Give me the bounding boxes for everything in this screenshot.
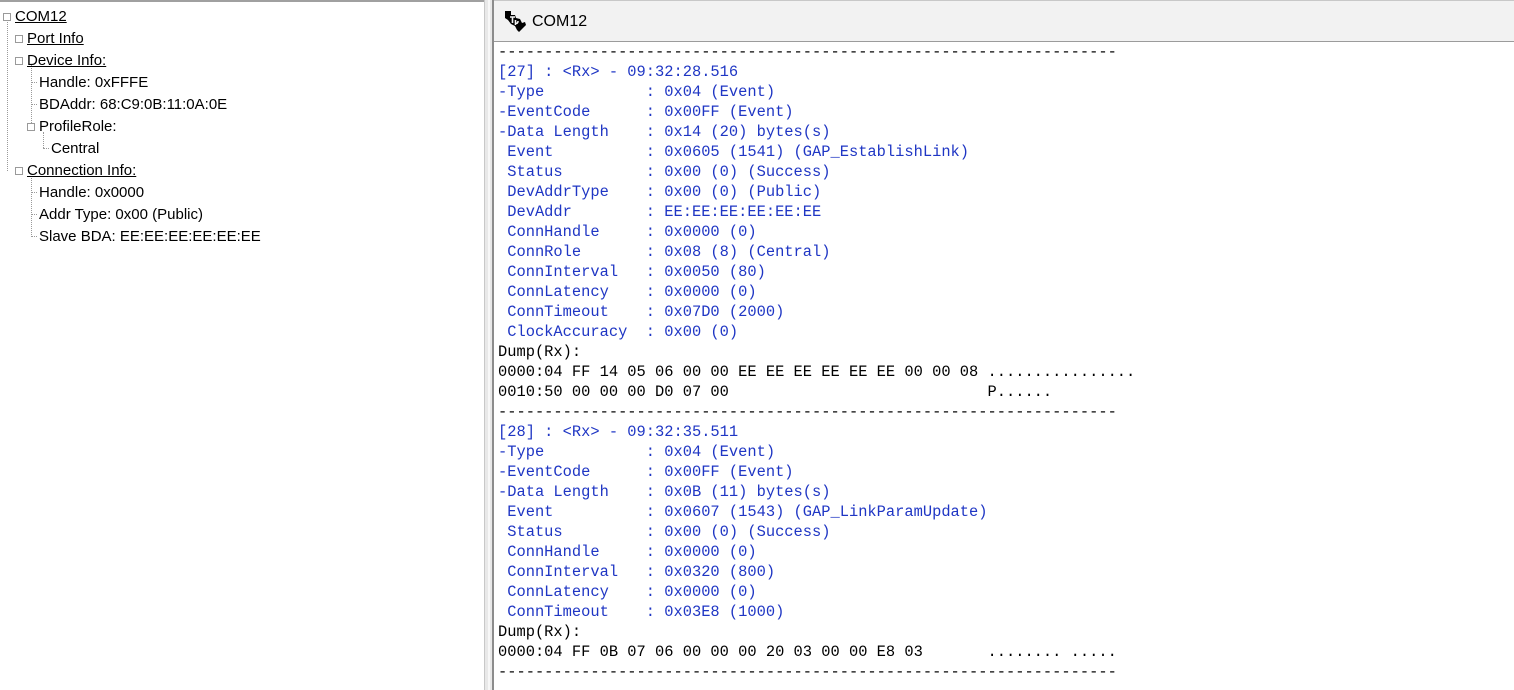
tree-connector: [31, 192, 37, 193]
tree-expander-icon[interactable]: [15, 57, 23, 65]
log-line: 0000:04 FF 14 05 06 00 00 EE EE EE EE EE…: [498, 363, 1136, 381]
log-line: -EventCode : 0x00FF (Event): [498, 463, 794, 481]
tree-connector: [31, 65, 32, 127]
tree-connector: [43, 148, 49, 149]
tree-connector: [31, 82, 37, 83]
log-line: ----------------------------------------…: [498, 43, 1117, 61]
log-text-area[interactable]: ----------------------------------------…: [498, 42, 1510, 690]
log-tab-header[interactable]: COM12: [494, 0, 1514, 42]
log-lines: ----------------------------------------…: [498, 42, 1510, 682]
tree-expander-icon[interactable]: [15, 35, 23, 43]
tree-connector: [31, 104, 37, 105]
log-line: -EventCode : 0x00FF (Event): [498, 103, 794, 121]
log-line: ConnInterval : 0x0320 (800): [498, 563, 776, 581]
log-line: [27] : <Rx> - 09:32:28.516: [498, 63, 739, 81]
log-line: ConnInterval : 0x0050 (80): [498, 263, 766, 281]
log-line: ConnHandle : 0x0000 (0): [498, 223, 757, 241]
log-line: 0010:50 00 00 00 D0 07 00 P......: [498, 383, 1053, 401]
tree-node-slave-bda[interactable]: Slave BDA: EE:EE:EE:EE:EE:EE: [39, 227, 261, 247]
log-line: Dump(Rx):: [498, 343, 582, 361]
log-tab-title: COM12: [532, 13, 588, 30]
tree-connector: [31, 236, 37, 237]
tree-node-addr-type[interactable]: Addr Type: 0x00 (Public): [39, 205, 203, 225]
tree-expander-icon[interactable]: [3, 13, 11, 21]
log-line: Dump(Rx):: [498, 623, 582, 641]
tree-node-profile-role-value[interactable]: Central: [51, 139, 99, 159]
log-line: ConnRole : 0x08 (8) (Central): [498, 243, 831, 261]
tree-node-device-info[interactable]: Device Info:: [27, 51, 106, 71]
tree-connector: [31, 214, 37, 215]
log-line: 0000:04 FF 0B 07 06 00 00 00 20 03 00 00…: [498, 643, 1117, 661]
log-line: [28] : <Rx> - 09:32:35.511: [498, 423, 739, 441]
tree-node-connection-info[interactable]: Connection Info:: [27, 161, 136, 181]
log-line: -Type : 0x04 (Event): [498, 443, 776, 461]
log-line: ClockAccuracy : 0x00 (0): [498, 323, 739, 341]
log-line: Event : 0x0605 (1541) (GAP_EstablishLink…: [498, 143, 970, 161]
tree-node-port-info[interactable]: Port Info: [27, 29, 84, 49]
tree-expander-icon[interactable]: [27, 123, 35, 131]
log-line: ConnLatency : 0x0000 (0): [498, 283, 757, 301]
tree-expander-icon[interactable]: [15, 167, 23, 175]
tree-node-com12[interactable]: COM12: [15, 7, 67, 27]
tree-connector: [7, 22, 8, 171]
log-line: Status : 0x00 (0) (Success): [498, 523, 831, 541]
log-line: Status : 0x00 (0) (Success): [498, 163, 831, 181]
tree-node-conn-handle[interactable]: Handle: 0x0000: [39, 183, 144, 203]
message-log-panel: COM12 ----------------------------------…: [494, 0, 1514, 690]
log-line: ConnTimeout : 0x03E8 (1000): [498, 603, 785, 621]
log-line: -Data Length : 0x14 (20) bytes(s): [498, 123, 831, 141]
tree-node-profile-role[interactable]: ProfileRole:: [39, 117, 117, 137]
log-line: -Type : 0x04 (Event): [498, 83, 776, 101]
texas-instruments-logo-icon: [505, 11, 526, 32]
log-line: DevAddr : EE:EE:EE:EE:EE:EE: [498, 203, 822, 221]
log-line: ConnHandle : 0x0000 (0): [498, 543, 757, 561]
log-line: -Data Length : 0x0B (11) bytes(s): [498, 483, 831, 501]
device-tree-panel: COM12 Port Info Device Info: Handle: 0xF…: [0, 0, 484, 690]
log-line: ConnTimeout : 0x07D0 (2000): [498, 303, 785, 321]
panel-splitter[interactable]: [484, 0, 494, 690]
log-line: ConnLatency : 0x0000 (0): [498, 583, 757, 601]
log-line: ----------------------------------------…: [498, 663, 1117, 681]
tree-connector: [31, 176, 32, 237]
splitter-grip: [488, 0, 490, 690]
log-line: Event : 0x0607 (1543) (GAP_LinkParamUpda…: [498, 503, 988, 521]
tree-node-bdaddr[interactable]: BDAddr: 68:C9:0B:11:0A:0E: [39, 95, 227, 115]
tree-node-device-handle[interactable]: Handle: 0xFFFE: [39, 73, 148, 93]
log-line: DevAddrType : 0x00 (0) (Public): [498, 183, 822, 201]
log-line: ----------------------------------------…: [498, 403, 1117, 421]
